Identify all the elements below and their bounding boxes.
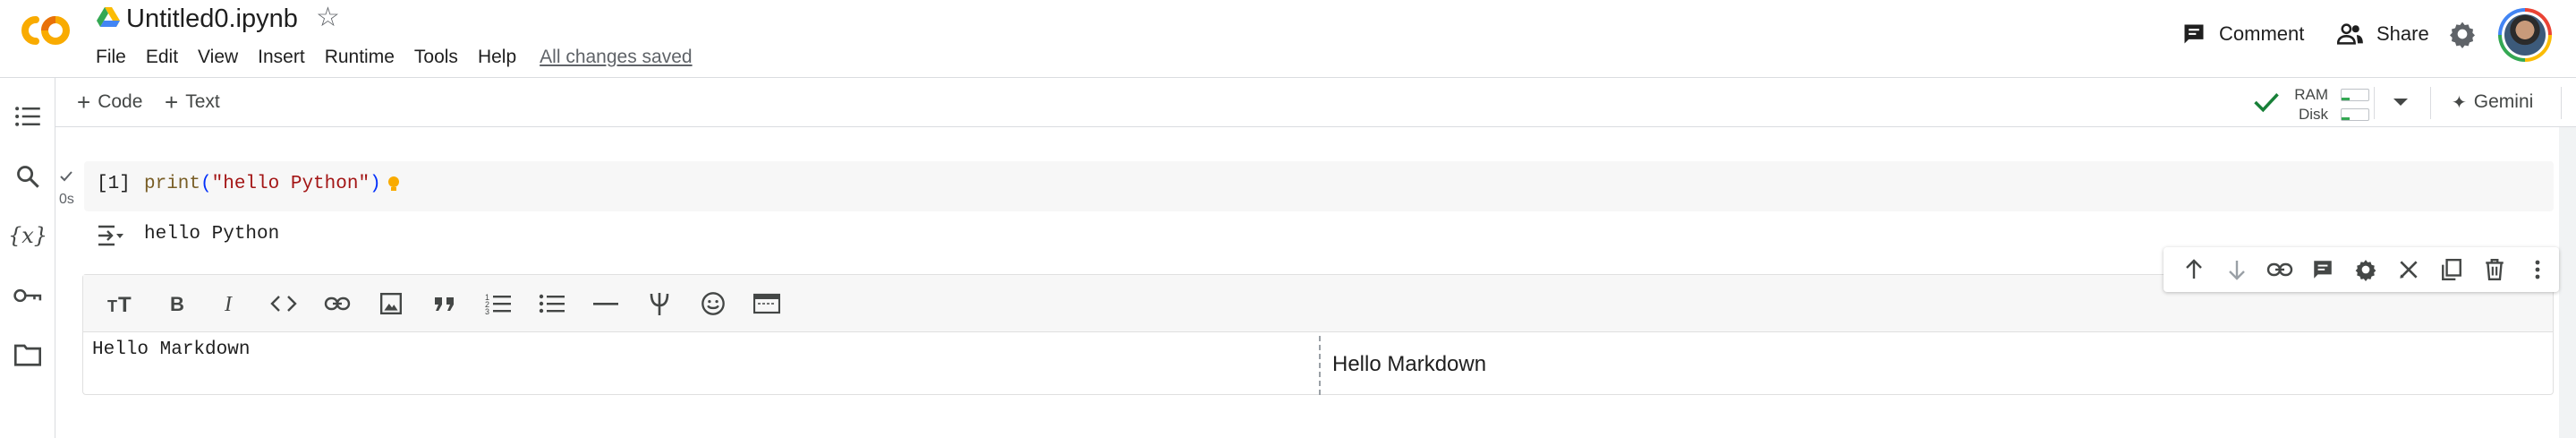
mirror-cell-icon[interactable] [2430,252,2473,288]
toolbar-separator [2374,87,2375,119]
output-redirect-icon[interactable] [95,223,125,248]
delete-trash-icon[interactable] [2473,252,2516,288]
runtime-dropdown-icon[interactable] [2392,96,2410,108]
cell-link-icon[interactable] [2258,252,2301,288]
markdown-source-editor[interactable]: Hello Markdown [92,339,250,360]
quote-icon[interactable] [418,284,472,323]
add-comment-icon[interactable] [2301,252,2344,288]
execution-time: 0s [59,192,74,207]
execution-count[interactable]: [1] [97,174,131,194]
colab-notebook: Untitled0.ipynb ☆ File Edit View Insert … [0,0,2576,438]
share-label: Share [2376,22,2429,45]
move-cell-up-icon[interactable] [2172,252,2215,288]
italic-icon[interactable]: I [203,284,257,323]
svg-text:T: T [107,297,117,314]
code-brackets-icon[interactable] [257,284,310,323]
svg-text:B: B [170,293,184,314]
comment-icon [2184,24,2204,44]
cell-action-toolbar [2164,247,2559,292]
code-token-function: print [144,174,201,194]
star-icon[interactable]: ☆ [316,4,340,32]
gemini-button[interactable]: ✦ Gemini [2452,89,2533,116]
notebook-title[interactable]: Untitled0.ipynb [126,2,298,36]
connected-check-icon[interactable] [2253,90,2280,114]
svg-text:T: T [118,293,132,314]
table-of-contents-icon[interactable] [11,99,45,133]
left-sidebar: {x} [0,78,55,438]
preview-layout-icon[interactable] [740,284,794,323]
plus-icon: + [77,89,91,116]
code-token-paren: ) [370,174,381,194]
menu-runtime[interactable]: Runtime [325,45,395,70]
bold-icon[interactable]: B [149,284,203,323]
text-cell[interactable]: TT B I 123 Hello Markdown Hello Markdown [82,274,2554,395]
secrets-key-icon[interactable] [11,279,45,313]
heading-icon[interactable]: TT [96,284,149,323]
share-people-icon [2337,23,2363,45]
editor-preview-divider [1319,336,1321,395]
menu-help[interactable]: Help [478,45,516,70]
save-status[interactable]: All changes saved [540,45,692,70]
disk-label: Disk [2298,106,2328,123]
ram-label: RAM [2294,86,2328,103]
move-cell-down-icon[interactable] [2215,252,2258,288]
gemini-sparkle-icon: ✦ [2452,92,2467,113]
comment-label: Comment [2219,22,2305,45]
colab-logo-icon[interactable] [16,13,75,48]
header: Untitled0.ipynb ☆ File Edit View Insert … [0,0,2576,77]
code-token-string: "hello Python" [211,174,370,194]
code-editor[interactable]: print("hello Python") [144,174,381,194]
bullet-list-icon[interactable] [525,284,579,323]
toolbar-separator [2430,87,2431,119]
close-editor-icon[interactable] [2387,252,2430,288]
horizontal-rule-icon[interactable] [579,284,633,323]
notebook-toolbar: + Code + Text RAM Disk ✦ Gemini [55,78,2576,127]
svg-text:I: I [224,293,233,314]
svg-text:3: 3 [485,307,489,315]
menu-file[interactable]: File [96,45,126,70]
vertical-scrollbar[interactable] [2559,127,2576,438]
numbered-list-icon[interactable]: 123 [472,284,525,323]
add-text-button[interactable]: + Text [165,89,220,116]
gemini-label: Gemini [2473,91,2534,112]
add-text-label: Text [185,91,220,112]
image-icon[interactable] [364,284,418,323]
disk-meter-fill [2342,117,2350,120]
cell-settings-gear-icon[interactable] [2344,252,2387,288]
comment-button[interactable]: Comment [2181,16,2304,52]
menu-tools[interactable]: Tools [414,45,458,70]
menu-bar: File Edit View Insert Runtime Tools Help… [96,44,693,71]
more-options-icon[interactable] [2516,252,2559,288]
share-button[interactable]: Share [2337,16,2429,52]
menu-insert[interactable]: Insert [258,45,305,70]
ram-meter-fill [2342,98,2350,100]
search-icon[interactable] [11,159,45,193]
account-avatar[interactable] [2498,8,2552,62]
disk-meter [2341,108,2369,121]
files-folder-icon[interactable] [11,338,45,372]
avatar-photo [2504,14,2546,56]
cell-output: hello Python [144,224,280,245]
emoji-icon[interactable] [686,284,740,323]
lightbulb-icon[interactable] [387,176,400,193]
drive-icon[interactable] [97,7,120,27]
markdown-preview: Hello Markdown [1332,352,1487,376]
link-icon[interactable] [310,284,364,323]
resources-indicator[interactable]: RAM Disk [2294,85,2371,123]
code-cell[interactable] [84,161,2554,211]
add-code-button[interactable]: + Code [77,89,142,116]
menu-view[interactable]: View [198,45,238,70]
settings-gear-icon[interactable] [2448,20,2477,48]
code-token-paren: ( [200,174,212,194]
ram-meter [2341,89,2369,101]
add-code-label: Code [98,91,143,112]
execution-success-check-icon [60,171,72,182]
menu-edit[interactable]: Edit [146,45,178,70]
plus-icon: + [165,89,179,116]
variables-icon[interactable]: {x} [8,219,47,253]
toolbar-separator [2561,87,2562,119]
psi-symbol-icon[interactable] [633,284,686,323]
